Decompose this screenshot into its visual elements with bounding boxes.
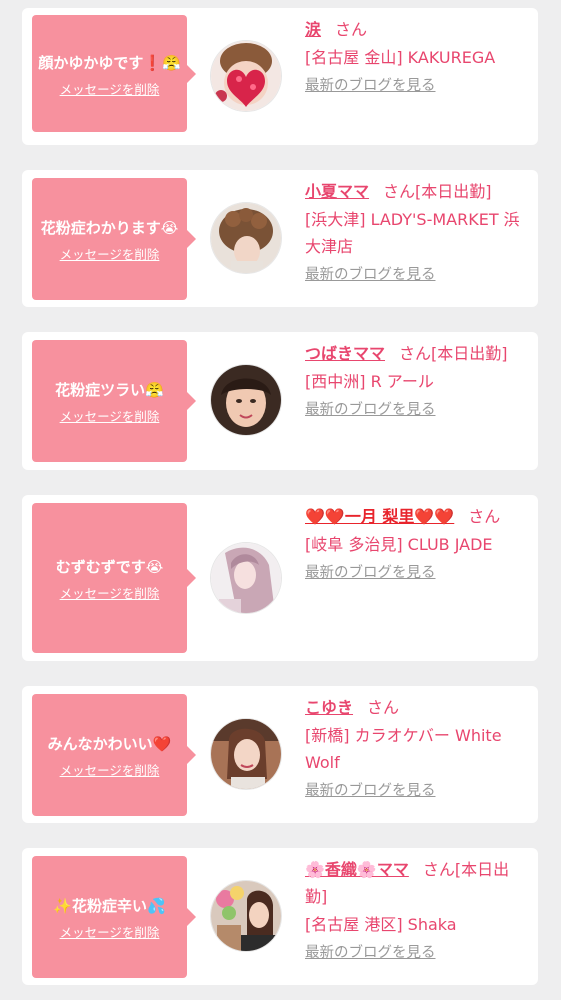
list-item: 花粉症わかります😭 メッセージを削除 小夏ママ さん[本日出勤] [浜大津] LA… (22, 170, 538, 307)
avatar[interactable] (211, 881, 281, 951)
delete-message-link[interactable]: メッセージを削除 (60, 762, 160, 780)
sender-info: 涙さん [名古屋 金山] KAKUREGA 最新のブログを見る (305, 16, 527, 96)
status-label: [本日出勤] (415, 182, 492, 201)
sender-name[interactable]: 小夏ママ (305, 182, 369, 201)
message-bubble: 花粉症ツラい😤 メッセージを削除 (32, 340, 196, 462)
sender-info: つばきママ さん[本日出勤] [西中洲] R アール 最新のブログを見る (305, 340, 527, 420)
delete-message-link[interactable]: メッセージを削除 (60, 246, 160, 264)
honorific: さん (399, 344, 432, 363)
message-bubble: むずむずです😭 メッセージを削除 (32, 503, 196, 653)
message-text: みんなかわいい❤️ (47, 735, 172, 753)
sender-name[interactable]: こゆき (305, 698, 353, 717)
list-item: 花粉症ツラい😤 メッセージを削除 つばきママ さん[本日出勤] [西中洲] R ア… (22, 332, 538, 470)
latest-blog-link[interactable]: 最新のブログを見る (305, 943, 527, 963)
sender-name[interactable]: つばきママ (305, 344, 385, 363)
message-text: 顔かゆかゆです❗😤 (38, 53, 181, 72)
sender-info: 小夏ママ さん[本日出勤] [浜大津] LADY'S-MARKET 浜大津店 最新… (305, 178, 527, 285)
status-label: [本日出勤] (431, 344, 508, 363)
shop-name: [新橋] カラオケバー White Wolf (305, 726, 502, 772)
message-text: むずむずです😭 (55, 558, 164, 576)
delete-message-link[interactable]: メッセージを削除 (60, 924, 160, 942)
honorific: さん (383, 182, 416, 201)
message-bubble: 花粉症わかります😭 メッセージを削除 (32, 178, 196, 300)
message-list: 顔かゆかゆです❗😤 メッセージを削除 涙さん [名古屋 金山] KAKUREGA… (0, 0, 561, 1000)
sender-name[interactable]: 🌸香織🌸ママ (305, 860, 409, 879)
avatar[interactable] (211, 41, 281, 111)
shop-name: [名古屋 金山] KAKUREGA (305, 48, 496, 67)
list-item: 顔かゆかゆです❗😤 メッセージを削除 涙さん [名古屋 金山] KAKUREGA… (22, 8, 538, 145)
avatar[interactable] (211, 719, 281, 789)
honorific: さん (468, 507, 501, 526)
shop-name: [西中洲] R アール (305, 372, 434, 391)
latest-blog-link[interactable]: 最新のブログを見る (305, 781, 527, 801)
sender-info: こゆき さん [新橋] カラオケバー White Wolf 最新のブログを見る (305, 694, 527, 801)
list-item: みんなかわいい❤️ メッセージを削除 こゆき さん [新橋] カラオケバー Whi… (22, 686, 538, 823)
sender-info: ❤️❤️一月 梨里❤️❤️ さん [岐阜 多治見] CLUB JADE 最新のブロ… (305, 503, 527, 583)
list-item: むずむずです😭 メッセージを削除 ❤️❤️一月 梨里❤️❤️ さん [岐阜 多治見… (22, 495, 538, 661)
latest-blog-link[interactable]: 最新のブログを見る (305, 76, 527, 96)
delete-message-link[interactable]: メッセージを削除 (60, 408, 160, 426)
honorific: さん (335, 20, 368, 39)
latest-blog-link[interactable]: 最新のブログを見る (305, 265, 527, 285)
delete-message-link[interactable]: メッセージを削除 (60, 585, 160, 603)
shop-name: [岐阜 多治見] CLUB JADE (305, 535, 493, 554)
sender-name[interactable]: 涙 (305, 20, 321, 39)
honorific: さん (422, 860, 455, 879)
message-bubble: ✨花粉症辛い💦 メッセージを削除 (32, 856, 196, 978)
latest-blog-link[interactable]: 最新のブログを見る (305, 400, 527, 420)
honorific: さん (367, 698, 400, 717)
sender-name[interactable]: ❤️❤️一月 梨里❤️❤️ (305, 507, 454, 526)
avatar[interactable] (211, 203, 281, 273)
list-item: ✨花粉症辛い💦 メッセージを削除 🌸香織🌸ママ さん[本日出勤] [名古屋 港区]… (22, 848, 538, 985)
latest-blog-link[interactable]: 最新のブログを見る (305, 563, 527, 583)
shop-name: [浜大津] LADY'S-MARKET 浜大津店 (305, 210, 520, 256)
avatar[interactable] (211, 365, 281, 435)
message-bubble: 顔かゆかゆです❗😤 メッセージを削除 (32, 15, 196, 132)
sender-info: 🌸香織🌸ママ さん[本日出勤] [名古屋 港区] Shaka 最新のブログを見る (305, 856, 527, 963)
message-text: 花粉症ツラい😤 (55, 381, 164, 399)
message-text: 花粉症わかります😭 (40, 219, 179, 237)
avatar[interactable] (211, 543, 281, 613)
message-text: ✨花粉症辛い💦 (53, 897, 166, 915)
delete-message-link[interactable]: メッセージを削除 (60, 81, 160, 99)
shop-name: [名古屋 港区] Shaka (305, 915, 457, 934)
message-bubble: みんなかわいい❤️ メッセージを削除 (32, 694, 196, 816)
